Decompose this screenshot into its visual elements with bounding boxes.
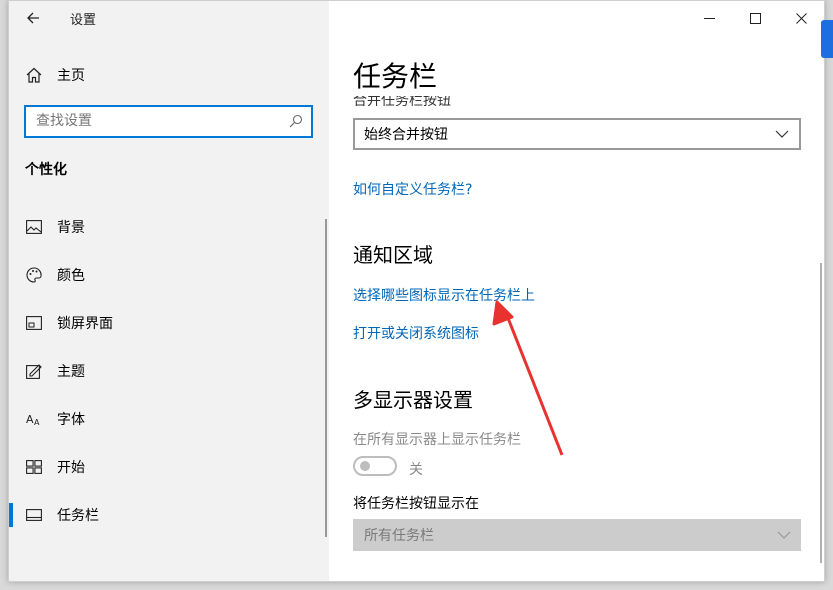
back-button[interactable]: [21, 7, 45, 29]
show-buttons-on-dropdown[interactable]: 所有任务栏: [353, 519, 801, 551]
combine-buttons-dropdown[interactable]: 始终合并按钮: [353, 118, 801, 150]
sidebar-item-fonts[interactable]: AA 字体: [9, 395, 329, 443]
minimize-icon: [703, 17, 715, 19]
home-label: 主页: [57, 68, 85, 84]
window-controls: [686, 1, 824, 35]
maximize-icon: [749, 12, 761, 24]
palette-icon: [25, 266, 43, 284]
notification-area-heading: 通知区域: [353, 243, 433, 267]
dropdown-value: 始终合并按钮: [364, 127, 448, 143]
minimize-button[interactable]: [686, 1, 732, 35]
theme-icon: [25, 362, 43, 380]
lock-screen-icon: [25, 314, 43, 332]
chevron-down-icon: [775, 130, 789, 138]
app-title: 设置: [70, 13, 97, 28]
dropdown-value: 所有任务栏: [364, 528, 434, 544]
sidebar-item-label: 颜色: [57, 268, 85, 284]
customize-taskbar-link[interactable]: 如何自定义任务栏?: [353, 179, 472, 199]
combine-buttons-label: 合并任务栏按钮: [353, 96, 451, 106]
sidebar-item-themes[interactable]: 主题: [9, 347, 329, 395]
home-nav-item[interactable]: 主页: [25, 63, 85, 87]
toggle-state-label: 关: [409, 462, 423, 478]
sidebar-item-background[interactable]: 背景: [9, 203, 329, 251]
show-buttons-on-label: 将任务栏按钮显示在: [353, 496, 479, 512]
sidebar-item-start[interactable]: 开始: [9, 443, 329, 491]
sidebar-nav: 背景 颜色 锁屏界面 主题 A A 字体 开始 任务栏: [9, 203, 329, 539]
select-taskbar-icons-link[interactable]: 选择哪些图标显示在任务栏上: [353, 285, 535, 305]
close-icon: [795, 12, 807, 24]
sidebar-item-colors[interactable]: 颜色: [9, 251, 329, 299]
sidebar-scrollbar[interactable]: [325, 219, 327, 537]
close-button[interactable]: [778, 1, 824, 35]
section-title: 个性化: [25, 162, 67, 178]
maximize-button[interactable]: [732, 1, 778, 35]
chevron-down-icon: [777, 531, 791, 539]
page-title: 任务栏: [353, 60, 438, 93]
settings-window: 设置 主页 个性化 背景 颜色: [8, 0, 825, 582]
taskbar-icon: [25, 506, 43, 524]
search-icon: [289, 114, 303, 128]
home-icon: [25, 66, 43, 84]
sidebar-item-label: 开始: [57, 460, 85, 476]
main-scrollbar[interactable]: [820, 263, 822, 563]
sidebar-item-lock-screen[interactable]: 锁屏界面: [9, 299, 329, 347]
show-on-all-displays-label: 在所有显示器上显示任务栏: [353, 432, 521, 448]
sidebar-item-label: 背景: [57, 220, 85, 236]
image-icon: [25, 218, 43, 236]
toggle-knob: [360, 461, 370, 471]
start-icon: [25, 458, 43, 476]
svg-text:A: A: [26, 413, 34, 426]
font-icon: AA: [25, 410, 43, 428]
background-app-edge: [821, 20, 833, 58]
system-icons-link[interactable]: 打开或关闭系统图标: [353, 323, 479, 343]
title-bar: 设置: [9, 1, 329, 35]
sidebar-item-label: 任务栏: [57, 508, 99, 524]
multi-display-heading: 多显示器设置: [353, 388, 473, 412]
sidebar: 设置 主页 个性化 背景 颜色: [9, 1, 329, 581]
show-on-all-displays-toggle[interactable]: [353, 456, 397, 476]
sidebar-item-label: 字体: [57, 412, 85, 428]
search-box[interactable]: [24, 105, 313, 138]
sidebar-item-label: 锁屏界面: [57, 316, 113, 332]
svg-text:A: A: [34, 418, 40, 427]
sidebar-item-taskbar[interactable]: 任务栏: [9, 491, 329, 539]
search-input[interactable]: [26, 107, 276, 135]
sidebar-item-label: 主题: [57, 364, 85, 380]
main-content: 任务栏 合并任务栏按钮 始终合并按钮 如何自定义任务栏? 通知区域 选择哪些图标…: [329, 1, 824, 581]
back-arrow-icon: [27, 12, 39, 24]
